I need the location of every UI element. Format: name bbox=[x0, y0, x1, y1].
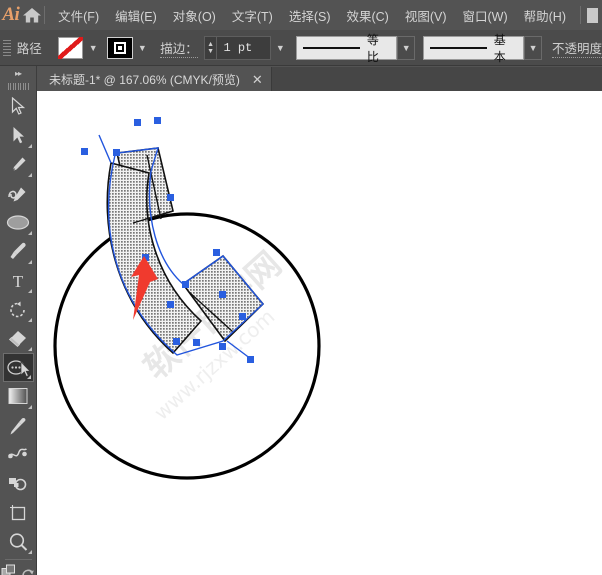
selection-tool[interactable] bbox=[3, 92, 34, 121]
flyout-indicator-icon bbox=[28, 260, 32, 264]
profile-chevron-down-icon[interactable]: ▼ bbox=[397, 36, 415, 60]
zoom-tool[interactable] bbox=[3, 527, 34, 556]
eyedropper-tool[interactable] bbox=[3, 411, 34, 440]
tools-panel: ▸▸ bbox=[0, 66, 37, 575]
stroke-color-swatch[interactable] bbox=[107, 37, 133, 59]
pen-tool[interactable] bbox=[3, 150, 34, 179]
blend-tool[interactable] bbox=[3, 440, 34, 469]
brush-label: 基本 bbox=[494, 31, 517, 65]
artwork-svg: 软件自学网 www.rjzxw.com bbox=[37, 91, 602, 575]
direct-selection-tool[interactable] bbox=[3, 121, 34, 150]
illustrator-logo: Ai bbox=[0, 0, 22, 30]
brush-chevron-down-icon[interactable]: ▼ bbox=[524, 36, 542, 60]
curvature-tool[interactable] bbox=[3, 179, 34, 208]
eraser-tool[interactable] bbox=[3, 324, 34, 353]
fill-color-swatch[interactable] bbox=[58, 37, 84, 59]
variable-width-profile-select[interactable]: 等比 bbox=[296, 36, 397, 60]
brush-line-icon bbox=[430, 47, 487, 49]
flyout-indicator-icon bbox=[28, 231, 32, 235]
flyout-indicator-icon bbox=[28, 318, 32, 322]
opacity-label[interactable]: 不透明度 bbox=[552, 38, 602, 58]
menu-item-list: 文件(F) 编辑(E) 对象(O) 文字(T) 选择(S) 效果(C) 视图(V… bbox=[50, 0, 574, 30]
menu-object[interactable]: 对象(O) bbox=[165, 0, 224, 30]
menu-effect[interactable]: 效果(C) bbox=[338, 0, 396, 30]
document-tab[interactable]: 未标题-1* @ 167.06% (CMYK/预览) ✕ bbox=[37, 67, 272, 91]
home-icon[interactable] bbox=[22, 0, 42, 30]
menu-help[interactable]: 帮助(H) bbox=[516, 0, 574, 30]
menu-window[interactable]: 窗口(W) bbox=[455, 0, 516, 30]
menu-divider-right bbox=[580, 6, 581, 24]
menu-file[interactable]: 文件(F) bbox=[50, 0, 107, 30]
flyout-indicator-icon bbox=[28, 550, 32, 554]
menu-view[interactable]: 视图(V) bbox=[397, 0, 455, 30]
stroke-weight-stepper[interactable]: ▲▼ bbox=[204, 36, 218, 60]
menu-edit[interactable]: 编辑(E) bbox=[107, 0, 165, 30]
artboard-canvas[interactable]: 软件自学网 www.rjzxw.com bbox=[37, 91, 602, 575]
rotate-tool[interactable] bbox=[3, 295, 34, 324]
menu-bar: Ai 文件(F) 编辑(E) 对象(O) 文字(T) 选择(S) 效果(C) 视… bbox=[0, 0, 602, 30]
flyout-indicator-icon bbox=[28, 173, 32, 177]
ellipse-tool[interactable] bbox=[3, 208, 34, 237]
menu-type[interactable]: 文字(T) bbox=[224, 0, 281, 30]
arrange-squares-icon[interactable] bbox=[1, 564, 17, 575]
tools-panel-expand-button[interactable]: ▸▸ bbox=[0, 66, 36, 80]
svg-text:T: T bbox=[13, 272, 24, 290]
stroke-weight-input[interactable]: 1 pt bbox=[217, 36, 270, 60]
flyout-indicator-icon bbox=[27, 375, 31, 379]
phone-handset-shape[interactable] bbox=[107, 148, 263, 353]
control-bar: 路径 ▼ ▼ 描边： ▲▼ 1 pt ▼ 等比 ▼ 基本 ▼ 不透明度 bbox=[0, 30, 602, 66]
brush-definition-select[interactable]: 基本 bbox=[423, 36, 524, 60]
tool-list: T bbox=[0, 92, 36, 575]
control-bar-grip[interactable] bbox=[3, 36, 13, 60]
fill-chevron-down-icon[interactable]: ▼ bbox=[85, 37, 101, 59]
symbol-sprayer-tool[interactable] bbox=[3, 469, 34, 498]
tools-divider bbox=[5, 559, 32, 560]
type-tool[interactable]: T bbox=[3, 266, 34, 295]
gradient-tool[interactable] bbox=[3, 382, 34, 411]
illustrator-window: Ai 文件(F) 编辑(E) 对象(O) 文字(T) 选择(S) 效果(C) 视… bbox=[0, 0, 602, 575]
close-icon[interactable]: ✕ bbox=[252, 73, 263, 86]
stroke-weight-chevron-down-icon[interactable]: ▼ bbox=[273, 37, 289, 59]
document-tab-title: 未标题-1* @ 167.06% (CMYK/预览) bbox=[49, 71, 240, 88]
selection-type-label: 路径 bbox=[17, 38, 42, 57]
tools-panel-grip[interactable] bbox=[0, 80, 36, 92]
artboard-tool[interactable] bbox=[3, 498, 34, 527]
workspace-switcher-icon[interactable] bbox=[587, 8, 598, 23]
swap-arrow-icon[interactable] bbox=[21, 565, 35, 575]
flyout-indicator-icon bbox=[28, 289, 32, 293]
shape-builder-tool[interactable] bbox=[3, 353, 34, 382]
menu-bar-right bbox=[574, 0, 602, 30]
flyout-indicator-icon bbox=[28, 405, 32, 409]
menu-select[interactable]: 选择(S) bbox=[281, 0, 339, 30]
document-tab-strip: 未标题-1* @ 167.06% (CMYK/预览) ✕ bbox=[37, 67, 602, 91]
flyout-indicator-icon bbox=[28, 144, 32, 148]
profile-label: 等比 bbox=[367, 31, 390, 65]
stroke-chevron-down-icon[interactable]: ▼ bbox=[135, 37, 151, 59]
paintbrush-tool[interactable] bbox=[3, 237, 34, 266]
flyout-indicator-icon bbox=[28, 347, 32, 351]
stroke-weight-label[interactable]: 描边： bbox=[160, 38, 198, 58]
profile-line-icon bbox=[303, 47, 360, 49]
